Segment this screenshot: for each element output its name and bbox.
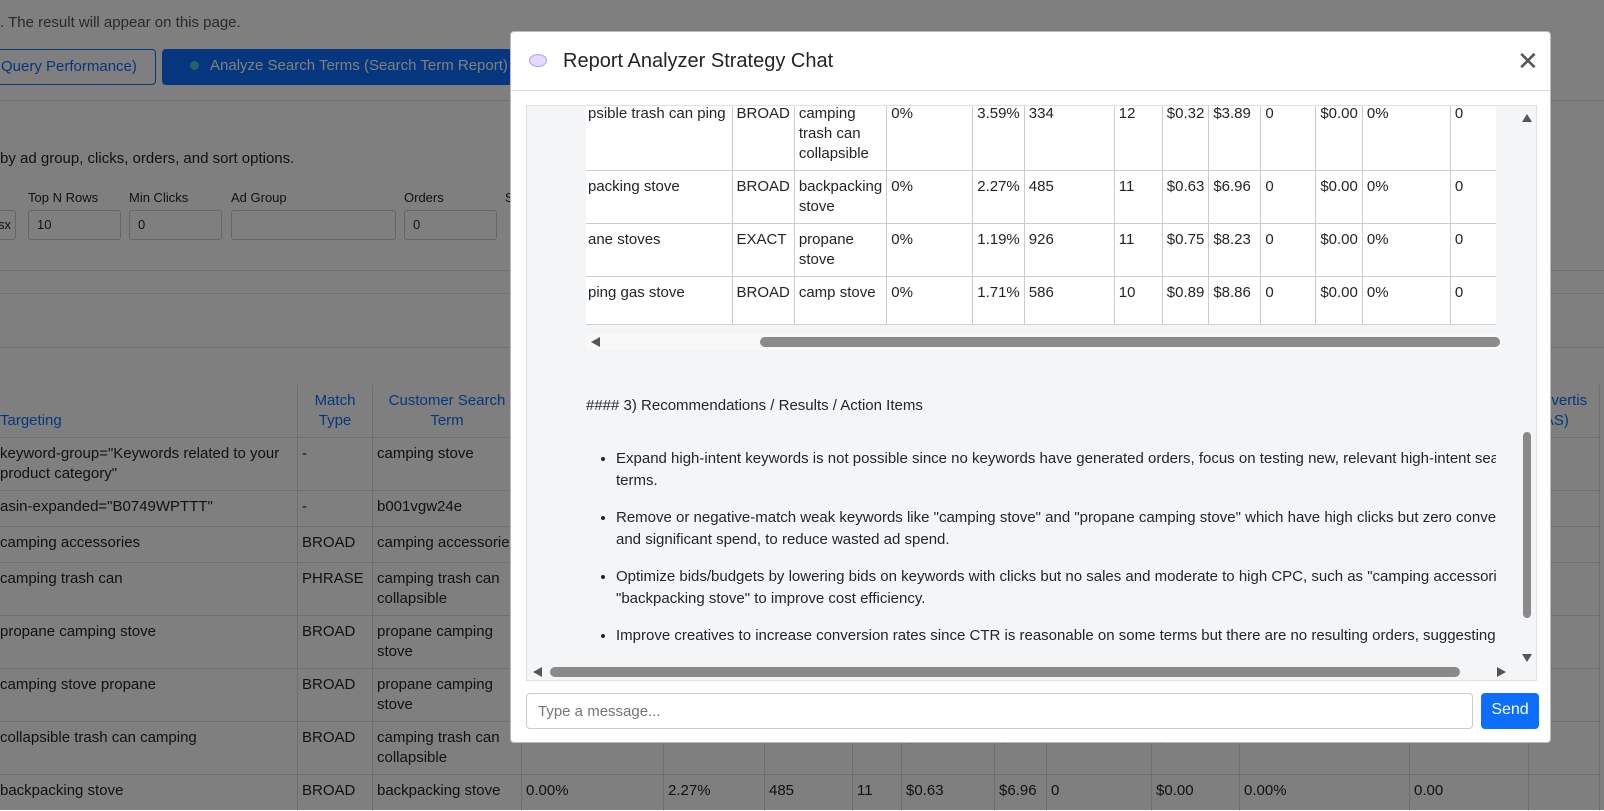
send-button[interactable]: Send <box>1481 693 1539 729</box>
table-cell: 0% <box>886 223 974 277</box>
table-cell: 0% <box>1362 106 1451 171</box>
table-cell: $0.00 <box>1315 106 1363 171</box>
table-cell: 0 <box>1260 276 1317 325</box>
recommendation-line: and significant spend, to reduce wasted … <box>616 531 950 548</box>
recommendation-line: "backpacking stove" to improve cost effi… <box>616 590 926 607</box>
table-cell: 0 <box>1450 106 1496 171</box>
table-cell: $0.89 <box>1162 276 1210 325</box>
table-cell: 0 <box>1450 170 1496 224</box>
chat-horizontal-scrollbar[interactable] <box>527 664 1518 680</box>
table-cell: $0.00 <box>1315 276 1363 325</box>
recommendation-item: Optimize bids/budgets by lowering bids o… <box>616 566 1496 610</box>
table-cell: $0.32 <box>1162 106 1210 171</box>
table-row: ping gas stove BROAD camp stove 0% 1.71% 586 1… <box>586 276 1496 325</box>
modal-header: Report Analyzer Strategy Chat ✕ <box>511 32 1550 91</box>
table-cell: packing stove <box>586 170 733 224</box>
table-cell: 0% <box>886 276 974 325</box>
table-cell: 0 <box>1260 170 1317 224</box>
table-cell: 1.71% <box>972 276 1025 325</box>
table-cell: 11 <box>1114 170 1163 224</box>
table-cell: 0% <box>1362 170 1451 224</box>
table-row: psible trash can ping BROAD camping trash … <box>586 106 1496 171</box>
table-cell: 334 <box>1024 106 1115 171</box>
recommendation-line: Improve creatives to increase conversion… <box>616 627 1496 644</box>
table-cell: propane stove <box>794 223 888 277</box>
recommendations-list: Expand high-intent keywords is not possi… <box>586 448 1496 680</box>
recommendation-line: Remove or negative-match weak keywords l… <box>616 509 1496 526</box>
table-row: packing stove BROAD backpacking stove 0% 2.2… <box>586 170 1496 224</box>
close-icon[interactable]: ✕ <box>1517 48 1539 74</box>
table-cell: 11 <box>1114 223 1163 277</box>
scroll-right-icon[interactable] <box>1497 667 1506 677</box>
recommendation-line: Expand high-intent keywords is not possi… <box>616 450 1496 467</box>
table-cell: psible trash can ping <box>586 106 733 171</box>
chat-vertical-scrollbar[interactable] <box>1518 106 1536 666</box>
table-cell: backpacking stove <box>794 170 888 224</box>
table-cell: 0% <box>886 170 974 224</box>
recommendation-item: Expand high-intent keywords is not possi… <box>616 448 1496 492</box>
table-cell: 0 <box>1260 223 1317 277</box>
table-cell: 0% <box>1362 223 1451 277</box>
recommendation-item: Improve creatives to increase conversion… <box>616 625 1496 647</box>
table-cell: 0% <box>1362 276 1451 325</box>
table-cell: ane stoves <box>586 223 733 277</box>
recommendation-item: Remove or negative-match weak keywords l… <box>616 507 1496 551</box>
message-table: psible trash can ping BROAD camping trash … <box>586 106 1496 325</box>
table-cell: EXACT <box>732 223 795 277</box>
table-cell: 10 <box>1114 276 1163 325</box>
message-table-container[interactable]: psible trash can ping BROAD camping trash … <box>586 106 1496 346</box>
table-cell: $3.89 <box>1208 106 1262 171</box>
table-cell: ping gas stove <box>586 276 733 325</box>
table-cell: $8.23 <box>1208 223 1262 277</box>
strategy-chat-modal: Report Analyzer Strategy Chat ✕ psible t… <box>510 31 1551 743</box>
table-cell: BROAD <box>732 170 795 224</box>
table-cell: BROAD <box>732 106 795 171</box>
table-cell: 0% <box>886 106 974 171</box>
scroll-left-icon[interactable] <box>591 337 600 347</box>
table-cell: 0 <box>1450 276 1496 325</box>
scroll-up-icon[interactable] <box>1522 114 1532 122</box>
recommendation-line: Optimize bids/budgets by lowering bids o… <box>616 568 1496 585</box>
recommendation-line: terms. <box>616 472 658 489</box>
modal-title: Report Analyzer Strategy Chat <box>563 50 834 72</box>
table-cell: 2.27% <box>972 170 1025 224</box>
table-cell: 3.59% <box>972 106 1025 171</box>
table-cell: $0.63 <box>1162 170 1210 224</box>
table-cell: 0 <box>1450 223 1496 277</box>
table-cell: 1.19% <box>972 223 1025 277</box>
table-cell: camping trash can collapsible <box>794 106 888 171</box>
table-cell: $8.86 <box>1208 276 1262 325</box>
table-cell: BROAD <box>732 276 795 325</box>
table-cell: $0.00 <box>1315 223 1363 277</box>
scrollbar-thumb[interactable] <box>760 337 1500 347</box>
table-cell: $6.96 <box>1208 170 1262 224</box>
table-cell: 0 <box>1260 106 1317 171</box>
speech-bubble-icon <box>529 54 547 67</box>
table-cell: 586 <box>1024 276 1115 325</box>
scrollbar-thumb[interactable] <box>550 667 1460 677</box>
table-horizontal-scrollbar[interactable] <box>586 334 1500 350</box>
table-cell: 485 <box>1024 170 1115 224</box>
table-cell: $0.00 <box>1315 170 1363 224</box>
table-cell: $0.75 <box>1162 223 1210 277</box>
message-input[interactable] <box>526 693 1473 729</box>
table-cell: camp stove <box>794 276 888 325</box>
table-cell: 926 <box>1024 223 1115 277</box>
scrollbar-thumb[interactable] <box>1523 432 1531 618</box>
table-row: ane stoves EXACT propane stove 0% 1.19% 926 11… <box>586 223 1496 277</box>
scroll-left-icon[interactable] <box>533 667 542 677</box>
table-cell: 12 <box>1114 106 1163 171</box>
chat-messages[interactable]: psible trash can ping BROAD camping trash … <box>526 105 1537 681</box>
recommendations-heading: #### 3) Recommendations / Results / Acti… <box>586 397 923 414</box>
scroll-down-icon[interactable] <box>1522 654 1532 662</box>
